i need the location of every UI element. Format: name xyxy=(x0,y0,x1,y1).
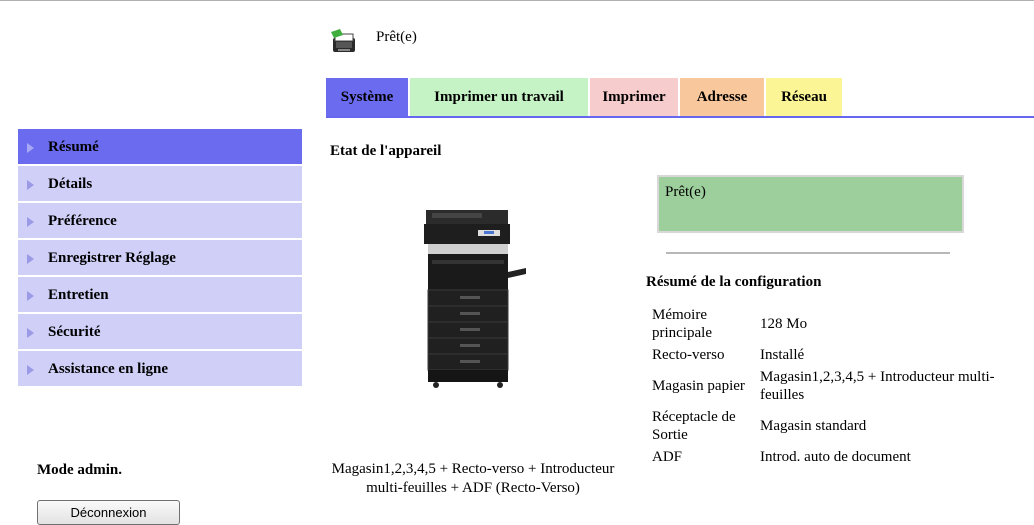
arrow-right-icon xyxy=(27,328,34,338)
tab-systeme[interactable]: Système xyxy=(326,78,408,116)
section-title: Etat de l'appareil xyxy=(330,143,442,159)
main-tabs: Système Imprimer un travail Imprimer Adr… xyxy=(326,78,1034,118)
config-value: Introd. auto de document xyxy=(760,449,911,465)
admin-mode-label: Mode admin. xyxy=(37,462,123,478)
arrow-right-icon xyxy=(27,291,34,301)
config-value: Magasin1,2,3,4,5 + Introducteur multi-fe… xyxy=(760,369,995,403)
sidebar: Résumé Détails Préférence Enregistrer Ré… xyxy=(18,129,302,388)
status-label: Prêt(e) xyxy=(376,28,417,45)
sidebar-item-resume[interactable]: Résumé xyxy=(18,129,302,166)
config-value: 128 Mo xyxy=(760,316,808,332)
ready-status-box: Prêt(e) xyxy=(657,175,964,233)
device-status-header: Prêt(e) xyxy=(330,26,417,56)
config-summary-table: Mémoire principale 128 Mo Recto-verso In… xyxy=(650,304,1034,468)
sidebar-item-label: Assistance en ligne xyxy=(48,361,168,377)
ready-status-text: Prêt(e) xyxy=(665,184,706,200)
config-summary-title: Résumé de la configuration xyxy=(646,274,822,290)
sidebar-item-enregistrer-reglage[interactable]: Enregistrer Réglage xyxy=(18,240,302,277)
config-key: Réceptacle de Sortie xyxy=(652,409,736,443)
arrow-right-icon xyxy=(27,254,34,264)
sidebar-item-label: Enregistrer Réglage xyxy=(48,250,176,266)
tab-adresse[interactable]: Adresse xyxy=(680,78,764,116)
table-row: Réceptacle de Sortie Magasin standard xyxy=(650,406,1034,446)
config-key: ADF xyxy=(652,449,683,465)
table-row: Recto-verso Installé xyxy=(650,344,1034,366)
arrow-right-icon xyxy=(27,180,34,190)
tab-imprimer-un-travail[interactable]: Imprimer un travail xyxy=(410,78,588,116)
sidebar-item-label: Préférence xyxy=(48,213,117,229)
sidebar-item-assistance-en-ligne[interactable]: Assistance en ligne xyxy=(18,351,302,388)
sidebar-item-entretien[interactable]: Entretien xyxy=(18,277,302,314)
arrow-right-icon xyxy=(27,365,34,375)
tab-imprimer[interactable]: Imprimer xyxy=(590,78,678,116)
table-row: ADF Introd. auto de document xyxy=(650,446,1034,468)
device-image xyxy=(418,208,528,390)
sidebar-item-label: Entretien xyxy=(48,287,109,303)
arrow-right-icon xyxy=(27,217,34,227)
sidebar-item-securite[interactable]: Sécurité xyxy=(18,314,302,351)
config-key: Recto-verso xyxy=(652,347,725,363)
logout-button[interactable]: Déconnexion xyxy=(37,500,180,525)
device-caption: Magasin1,2,3,4,5 + Recto-verso + Introdu… xyxy=(331,461,615,496)
sidebar-item-label: Résumé xyxy=(48,139,99,155)
config-value: Magasin standard xyxy=(760,418,867,434)
table-row: Magasin papier Magasin1,2,3,4,5 + Introd… xyxy=(650,366,1034,406)
sidebar-item-label: Détails xyxy=(48,176,93,192)
divider xyxy=(666,252,950,254)
table-row: Mémoire principale 128 Mo xyxy=(650,304,1034,344)
tab-reseau[interactable]: Réseau xyxy=(766,78,842,116)
sidebar-item-details[interactable]: Détails xyxy=(18,166,302,203)
config-key: Magasin papier xyxy=(652,378,745,394)
printer-icon xyxy=(330,26,360,56)
config-value: Installé xyxy=(760,347,805,363)
sidebar-item-preference[interactable]: Préférence xyxy=(18,203,302,240)
config-key: Mémoire principale xyxy=(652,307,712,341)
sidebar-item-label: Sécurité xyxy=(48,324,101,340)
arrow-right-icon xyxy=(27,143,34,153)
